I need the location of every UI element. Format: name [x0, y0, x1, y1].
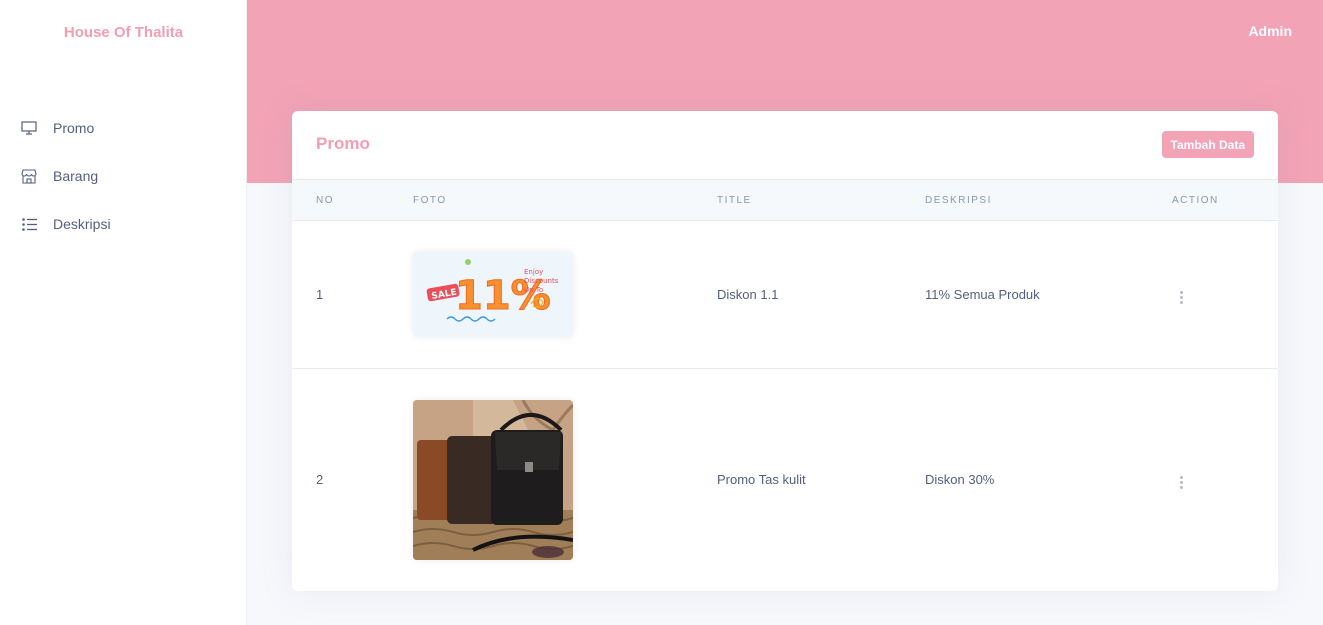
table-row: 2 Promo Tas kulit Diskon 30% [292, 369, 1278, 591]
table-row: 1 SALE 11% Enjoy Discounts Up To Diskon … [292, 220, 1278, 369]
sidebar-item-deskripsi[interactable]: Deskripsi [0, 200, 247, 248]
monitor-icon [20, 119, 38, 137]
list-icon [20, 215, 38, 233]
sidebar-nav: Promo Barang Deskripsi [0, 104, 247, 248]
column-header-no: NO [292, 179, 413, 221]
store-icon [20, 167, 38, 185]
more-options-icon[interactable] [1172, 472, 1191, 493]
leather-bag-image[interactable] [413, 399, 573, 560]
cell-title: Diskon 1.1 [717, 220, 925, 369]
cell-deskripsi: 11% Semua Produk [925, 220, 1158, 369]
user-menu[interactable]: Admin [1248, 23, 1292, 39]
promo-table: NO FOTO TITLE DESKRIPSI ACTION 1 SALE 11… [292, 179, 1278, 591]
promo-tagline: Enjoy [524, 268, 543, 276]
cell-action [1158, 220, 1278, 369]
card-header: Promo Tambah Data [292, 111, 1278, 179]
brand-logo[interactable]: House Of Thalita [0, 24, 247, 41]
sidebar-item-label: Barang [53, 168, 99, 184]
column-header-action: ACTION [1158, 179, 1278, 221]
card-title: Promo [316, 134, 370, 153]
cell-foto: SALE 11% Enjoy Discounts Up To [413, 220, 717, 369]
sidebar: House Of Thalita Promo Barang Deskripsi [0, 0, 247, 625]
sidebar-item-label: Promo [53, 120, 95, 136]
cell-foto [413, 369, 717, 591]
promo-card: Promo Tambah Data NO FOTO TITLE DESKRIPS… [292, 111, 1278, 591]
sidebar-item-promo[interactable]: Promo [0, 104, 247, 152]
promo-tagline: Up To [524, 286, 543, 294]
sidebar-item-barang[interactable]: Barang [0, 152, 247, 200]
table-header-row: NO FOTO TITLE DESKRIPSI ACTION [292, 179, 1278, 221]
more-options-icon[interactable] [1172, 287, 1191, 308]
promo-image[interactable]: SALE 11% Enjoy Discounts Up To [413, 252, 573, 337]
column-header-foto: FOTO [413, 179, 717, 221]
cell-no: 2 [316, 472, 324, 488]
promo-tagline: Discounts [524, 277, 559, 285]
add-data-button[interactable]: Tambah Data [1161, 131, 1254, 158]
cell-deskripsi: Diskon 30% [925, 472, 995, 488]
cell-title: Promo Tas kulit [717, 472, 806, 488]
column-header-deskripsi: DESKRIPSI [925, 179, 1158, 221]
cell-no: 1 [292, 220, 413, 369]
column-header-title: TITLE [717, 179, 925, 221]
sidebar-item-label: Deskripsi [53, 216, 111, 232]
cell-action [1158, 369, 1278, 591]
